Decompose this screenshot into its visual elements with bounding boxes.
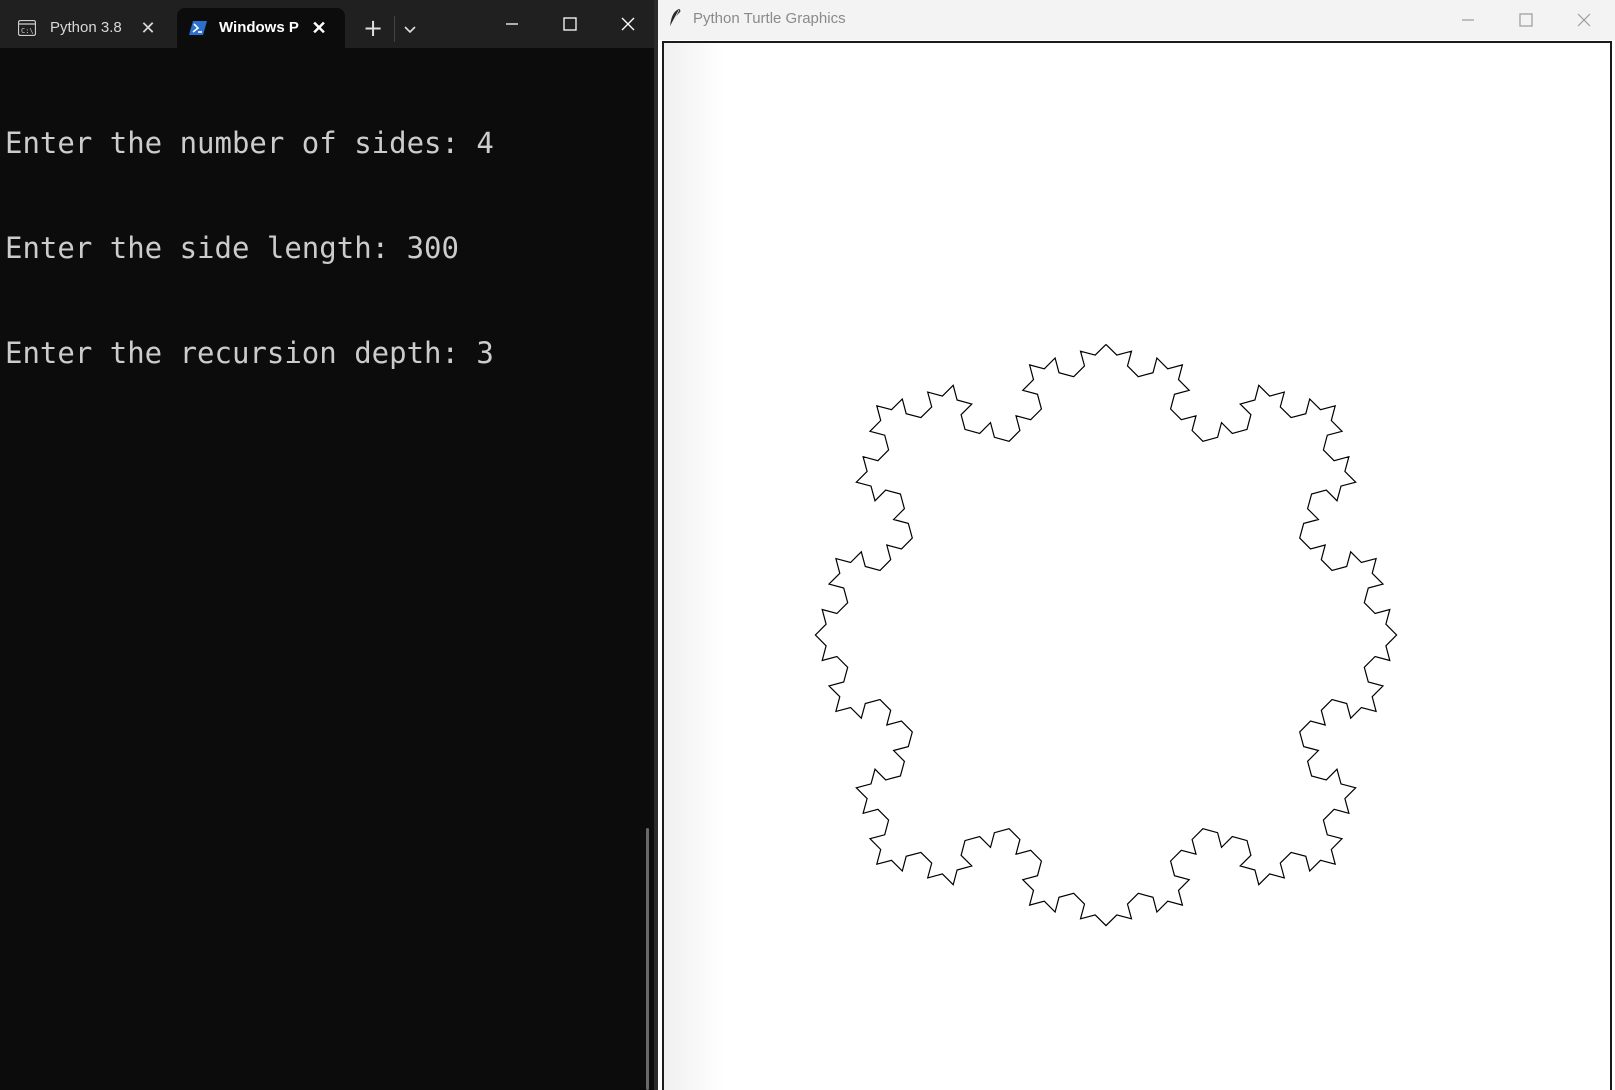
maximize-icon[interactable]: [1503, 2, 1549, 36]
terminal-titlebar: C:\ Python 3.8 ✕ Windows P ✕ +: [0, 0, 658, 48]
window-title: Python Turtle Graphics: [693, 10, 846, 27]
terminal-line: Enter the recursion depth: 3: [5, 336, 494, 370]
minimize-icon[interactable]: [489, 6, 535, 42]
turtle-graphics-window: Python Turtle Graphics: [658, 0, 1615, 1090]
tab-divider: [394, 16, 395, 42]
canvas-border: [662, 41, 664, 1090]
close-icon[interactable]: [1561, 2, 1607, 36]
close-icon[interactable]: [605, 6, 651, 42]
terminal-line: Enter the number of sides: 4: [5, 126, 494, 160]
minimize-icon[interactable]: [1445, 2, 1491, 36]
feather-icon: [669, 9, 681, 28]
terminal-output[interactable]: Enter the number of sides: 4 Enter the s…: [5, 56, 494, 441]
turtle-canvas[interactable]: [664, 43, 1610, 1090]
svg-text:C:\: C:\: [21, 27, 34, 35]
cmd-icon: C:\: [18, 20, 36, 36]
tab-windows-powershell-label: Windows P: [219, 19, 299, 36]
terminal-window: C:\ Python 3.8 ✕ Windows P ✕ + Enter the…: [0, 0, 658, 1090]
turtle-titlebar: Python Turtle Graphics: [658, 0, 1615, 40]
powershell-icon: [189, 21, 207, 35]
canvas-border: [1610, 41, 1612, 1090]
tab-python-close-icon[interactable]: ✕: [138, 18, 158, 38]
canvas-border: [662, 41, 1612, 43]
tab-python[interactable]: C:\ Python 3.8 ✕: [8, 8, 173, 48]
tab-windows-powershell[interactable]: Windows P ✕: [177, 8, 345, 48]
terminal-scrollbar[interactable]: [646, 828, 649, 1090]
koch-snowflake-drawing: [814, 343, 1398, 927]
terminal-line: Enter the side length: 300: [5, 231, 459, 265]
new-tab-button[interactable]: +: [360, 16, 386, 42]
maximize-icon[interactable]: [547, 6, 593, 42]
tab-windows-powershell-close-icon[interactable]: ✕: [309, 18, 329, 38]
chevron-down-icon[interactable]: [399, 18, 421, 40]
tab-python-label: Python 3.8: [50, 19, 122, 36]
